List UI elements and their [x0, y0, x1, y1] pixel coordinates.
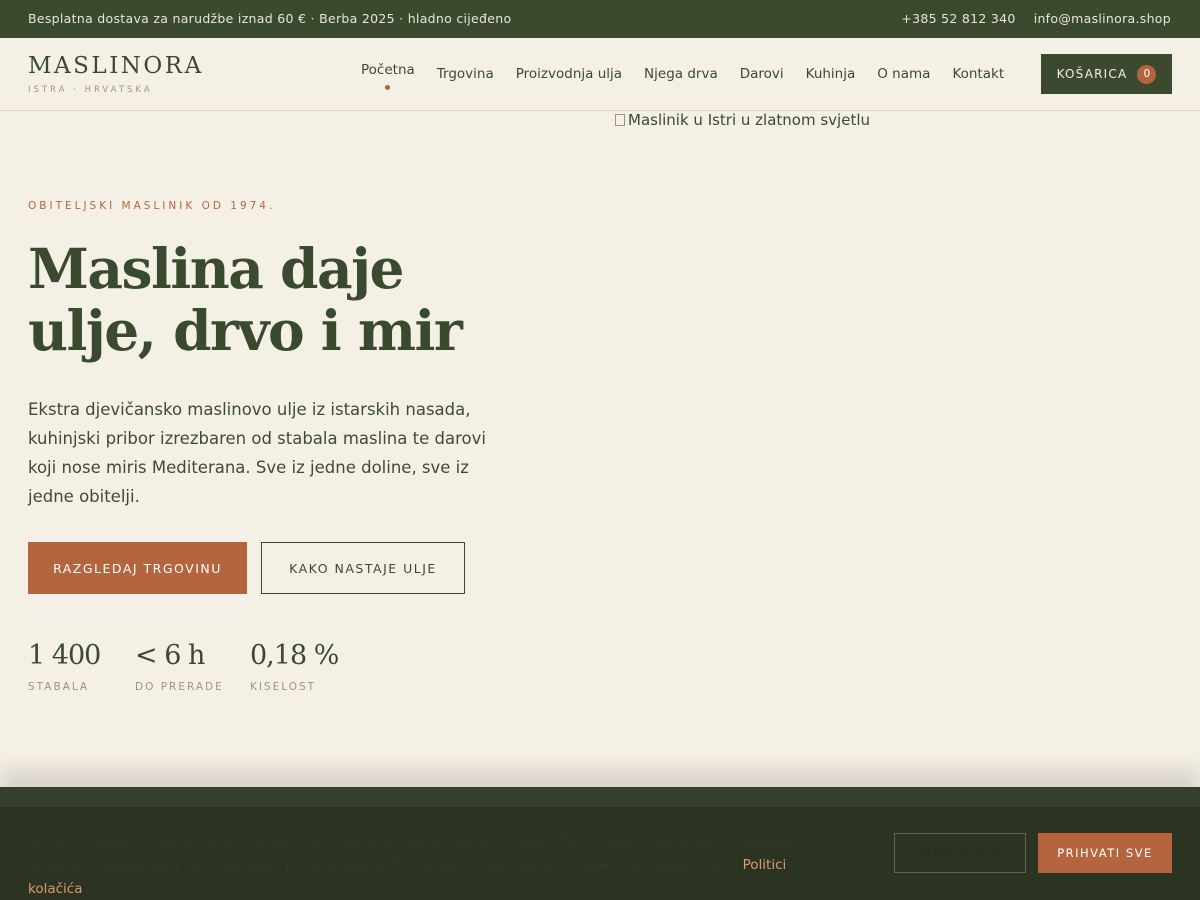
cookie-banner: Koristimo kolačiće nužne za rad trgovine… — [0, 787, 1200, 900]
main-nav: Početna Trgovina Proizvodnja ulja Njega … — [361, 38, 1026, 110]
stat-trees: 1 400 STABALA — [28, 640, 101, 693]
nav-item-kuhinja[interactable]: Kuhinja — [806, 66, 856, 82]
email-link[interactable]: info@maslinora.shop — [1034, 11, 1171, 26]
broken-image-icon — [615, 114, 625, 126]
browse-shop-button[interactable]: RAZGLEDAJ TRGOVINU — [28, 542, 247, 594]
phone-link[interactable]: +385 52 812 340 — [901, 11, 1015, 26]
stat-processing-time: < 6 h DO PRERADE — [135, 640, 224, 693]
site-header: MASLINORA ISTRA · HRVATSKA Početna Trgov… — [0, 38, 1200, 111]
contact-links: +385 52 812 340 info@maslinora.shop — [901, 11, 1171, 26]
hero-headline: Maslina daje ulje, drvo i mir — [28, 236, 463, 363]
top-announcement-bar: Besplatna dostava za narudžbe iznad 60 €… — [0, 0, 1200, 38]
active-indicator-dot — [385, 85, 391, 90]
nav-item-darovi[interactable]: Darovi — [740, 66, 784, 82]
cookie-text: Koristimo kolačiće nužne za rad trgovine… — [28, 833, 792, 897]
cart-count-badge: 0 — [1137, 64, 1157, 84]
accept-all-button[interactable]: PRIHVATI SVE — [1038, 833, 1172, 873]
stat-label: KISELOST — [250, 681, 317, 693]
stat-value: 0,18 % — [250, 640, 339, 671]
nav-item-njega-drva[interactable]: Njega drva — [644, 66, 718, 82]
stat-value: 1 400 — [28, 640, 101, 671]
cart-button[interactable]: KOŠARICA 0 — [1041, 54, 1172, 94]
nav-item-pocetna[interactable]: Početna — [361, 62, 415, 90]
nav-item-trgovina[interactable]: Trgovina — [437, 66, 494, 82]
cart-label: KOŠARICA — [1056, 67, 1128, 81]
stat-label: DO PRERADE — [135, 681, 224, 693]
logo[interactable]: MASLINORA — [28, 53, 204, 79]
hero-image: Maslinik u Istri u zlatnom svjetlu — [615, 111, 1200, 787]
nav-item-proizvodnja-ulja[interactable]: Proizvodnja ulja — [516, 66, 622, 82]
hero-image-alt: Maslinik u Istri u zlatnom svjetlu — [628, 111, 871, 129]
cookie-banner-top-band — [0, 787, 1200, 807]
stat-label: STABALA — [28, 681, 90, 693]
hero-eyebrow: OBITELJSKI MASLINIK OD 1974. — [28, 200, 276, 212]
necessary-only-button[interactable]: SAMO NUŽNI — [894, 833, 1026, 873]
how-oil-is-made-button[interactable]: KAKO NASTAJE ULJE — [261, 542, 465, 594]
stat-acidity: 0,18 % KISELOST — [250, 640, 339, 693]
nav-item-o-nama[interactable]: O nama — [877, 66, 930, 82]
hero-lead: Ekstra djevičansko maslinovo ulje iz ist… — [28, 400, 486, 506]
shipping-announcement: Besplatna dostava za narudžbe iznad 60 €… — [28, 11, 512, 26]
nav-item-kontakt[interactable]: Kontakt — [952, 66, 1004, 82]
logo-tagline: ISTRA · HRVATSKA — [28, 85, 153, 95]
stat-value: < 6 h — [135, 640, 205, 671]
